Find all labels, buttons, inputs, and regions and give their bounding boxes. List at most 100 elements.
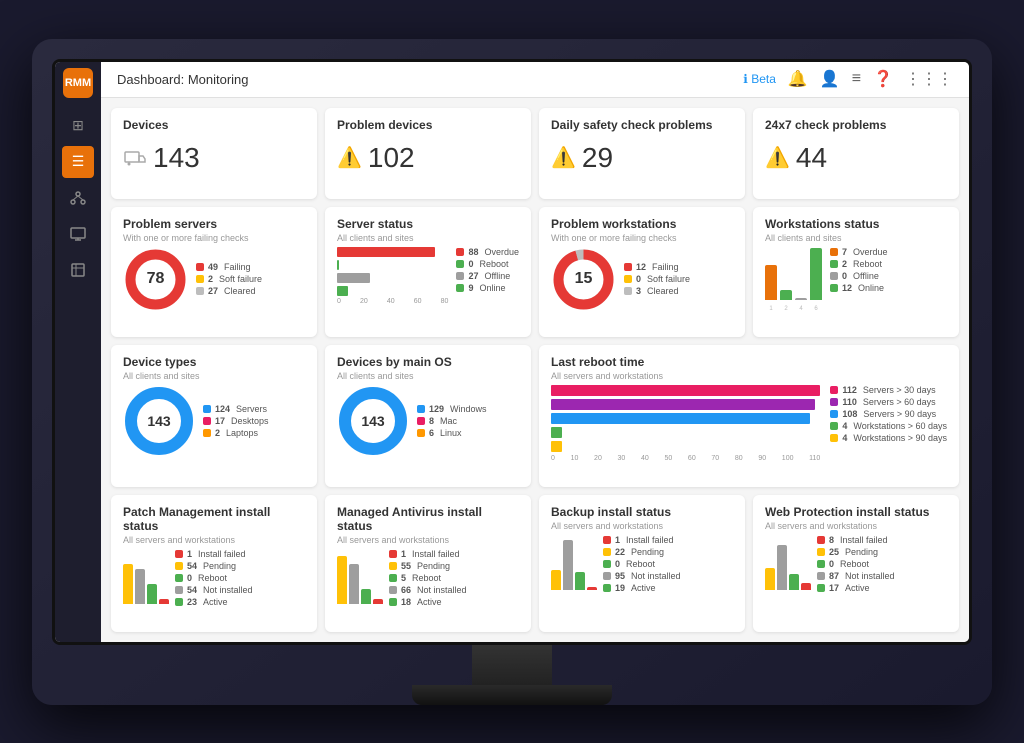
patch-management-card[interactable]: Patch Management install status All serv…: [111, 495, 317, 632]
problem-workstations-subtitle: With one or more failing checks: [551, 233, 733, 243]
server-bar-overdue: [337, 247, 448, 257]
legend-dot-av-reboot: [389, 574, 397, 582]
grid-icon[interactable]: ⋮⋮⋮: [905, 69, 953, 89]
server-status-axis: 0 20 40 60 80: [337, 298, 448, 305]
legend-dot-wp-reboot: [817, 560, 825, 568]
last-reboot-legend: 112Servers > 30 days 110Servers > 60 day…: [830, 385, 947, 462]
warning-icon-2: ⚠️: [551, 145, 576, 170]
problem-servers-subtitle: With one or more failing checks: [123, 233, 305, 243]
device-types-subtitle: All clients and sites: [123, 371, 305, 381]
stat-card-problem-devices[interactable]: Problem devices ⚠️ 102: [325, 108, 531, 199]
patch-bar-pending: [123, 564, 133, 604]
backup-bar-failed: [587, 587, 597, 590]
legend-pm-not-installed: 54Not installed: [175, 585, 253, 595]
monitor-stand: [52, 645, 972, 705]
backup-subtitle: All servers and workstations: [551, 521, 733, 531]
legend-av-reboot: 5Reboot: [389, 573, 467, 583]
problem-workstations-card[interactable]: Problem workstations With one or more fa…: [539, 207, 745, 337]
problem-servers-legend: 49 Failing 2 Soft failure: [196, 262, 262, 296]
sidebar-icon-monitor[interactable]: [62, 218, 94, 250]
user-icon[interactable]: 👤: [820, 69, 840, 89]
legend-ws-90: 4Workstations > 90 days: [830, 433, 947, 443]
stat-card-devices[interactable]: Devices 143: [111, 108, 317, 199]
backup-bar-not-installed: [563, 540, 573, 590]
antivirus-legend: 1Install failed 55Pending 5Reboot: [389, 549, 467, 607]
legend-dot-ws-60: [830, 422, 838, 430]
reboot-bar-4: [551, 427, 820, 438]
backup-title: Backup install status: [551, 505, 733, 519]
problem-servers-chart: 78 49 Failing 2: [123, 247, 305, 312]
legend-dot-bk-active: [603, 584, 611, 592]
legend-cleared: 27 Cleared: [196, 286, 262, 296]
last-reboot-card[interactable]: Last reboot time All servers and worksta…: [539, 345, 959, 487]
daily-safety-number: 29: [582, 142, 613, 174]
web-bar-failed: [801, 583, 811, 590]
backup-card[interactable]: Backup install status All servers and wo…: [539, 495, 745, 632]
last-reboot-chart: 0 10 20 30 40 50 60 70 80 90: [551, 385, 947, 462]
sidebar-icon-active[interactable]: ☰: [62, 146, 94, 178]
legend-overdue: 88Overdue: [456, 247, 519, 257]
legend-linux: 6Linux: [417, 428, 487, 438]
legend-pm-pending: 54Pending: [175, 561, 253, 571]
legend-wp-active: 17Active: [817, 583, 895, 593]
reboot-bar-fill-3: [551, 413, 810, 424]
last-reboot-bars: 0 10 20 30 40 50 60 70 80 90: [551, 385, 820, 462]
menu-icon[interactable]: ≡: [852, 70, 861, 88]
antivirus-title: Managed Antivirus install status: [337, 505, 519, 533]
legend-dot-bk-failed: [603, 536, 611, 544]
legend-av-failed: 1Install failed: [389, 549, 467, 559]
help-icon[interactable]: ❓: [873, 69, 893, 89]
devices-main-os-card[interactable]: Devices by main OS All clients and sites…: [325, 345, 531, 487]
problem-devices-value: ⚠️ 102: [337, 142, 415, 174]
legend-dot-mac: [417, 417, 425, 425]
legend-dot-wp-pending: [817, 548, 825, 556]
device-types-card[interactable]: Device types All clients and sites 143: [111, 345, 317, 487]
reboot-bar-fill-4: [551, 427, 562, 438]
patch-bars: [123, 549, 169, 604]
monitor-screen: RMM ⊞ ☰ Dashboard: Monitoring: [52, 59, 972, 645]
web-protection-chart: 8Install failed 25Pending 0Reboot: [765, 535, 947, 593]
antivirus-card[interactable]: Managed Antivirus install status All ser…: [325, 495, 531, 632]
donut-center-os: 143: [361, 413, 384, 429]
antivirus-bar-not-installed: [349, 564, 359, 604]
dashboard-grid: Devices 143 Problem devices ⚠️ 102: [101, 98, 969, 642]
workstations-status-chart: 1 2 4 6 7Overdue: [765, 247, 947, 312]
legend-online: 9Online: [456, 283, 519, 293]
device-types-legend: 124Servers 17Desktops 2Laptops: [203, 404, 269, 438]
problem-workstations-legend: 12Failing 0Soft failure 3Cleared: [624, 262, 690, 296]
sidebar-icon-network[interactable]: [62, 182, 94, 214]
daily-safety-value: ⚠️ 29: [551, 142, 613, 174]
legend-wp-pending: 25Pending: [817, 547, 895, 557]
legend-dot-av-active: [389, 598, 397, 606]
legend-dot-ws-cleared: [624, 287, 632, 295]
app-logo: RMM: [63, 68, 93, 98]
server-status-card[interactable]: Server status All clients and sites: [325, 207, 531, 337]
reboot-bar-2: [551, 399, 820, 410]
stat-card-check-problems[interactable]: 24x7 check problems ⚠️ 44: [753, 108, 959, 199]
legend-dot-wp-active: [817, 584, 825, 592]
devices-main-os-donut: 143: [337, 385, 409, 457]
backup-chart: 1Install failed 22Pending 0Reboot: [551, 535, 733, 593]
sidebar-icon-display[interactable]: [62, 254, 94, 286]
workstations-status-card[interactable]: Workstations status All clients and site…: [753, 207, 959, 337]
sidebar-icon-dashboard[interactable]: ⊞: [62, 110, 94, 142]
legend-wp-not-installed: 87Not installed: [817, 571, 895, 581]
legend-dot-ws-overdue: [830, 248, 838, 256]
device-types-donut: 143: [123, 385, 195, 457]
stat-card-daily-safety[interactable]: Daily safety check problems ⚠️ 29: [539, 108, 745, 199]
legend-dot-desktops: [203, 417, 211, 425]
patch-bar-not-installed: [135, 569, 145, 604]
legend-ws-overdue: 7Overdue: [830, 247, 888, 257]
workstations-status-subtitle: All clients and sites: [765, 233, 947, 243]
web-protection-card[interactable]: Web Protection install status All server…: [753, 495, 959, 632]
legend-dot-online: [456, 284, 464, 292]
web-bar-active: [789, 574, 799, 590]
patch-management-legend: 1Install failed 54Pending 0Reboot: [175, 549, 253, 607]
beta-label: ℹ Beta: [743, 72, 776, 86]
antivirus-bar-failed: [373, 599, 383, 604]
warning-icon-1: ⚠️: [337, 145, 362, 170]
problem-workstations-donut: 15: [551, 247, 616, 312]
bell-icon[interactable]: 🔔: [788, 69, 808, 89]
problem-servers-card[interactable]: Problem servers With one or more failing…: [111, 207, 317, 337]
web-bar-pending: [765, 568, 775, 590]
